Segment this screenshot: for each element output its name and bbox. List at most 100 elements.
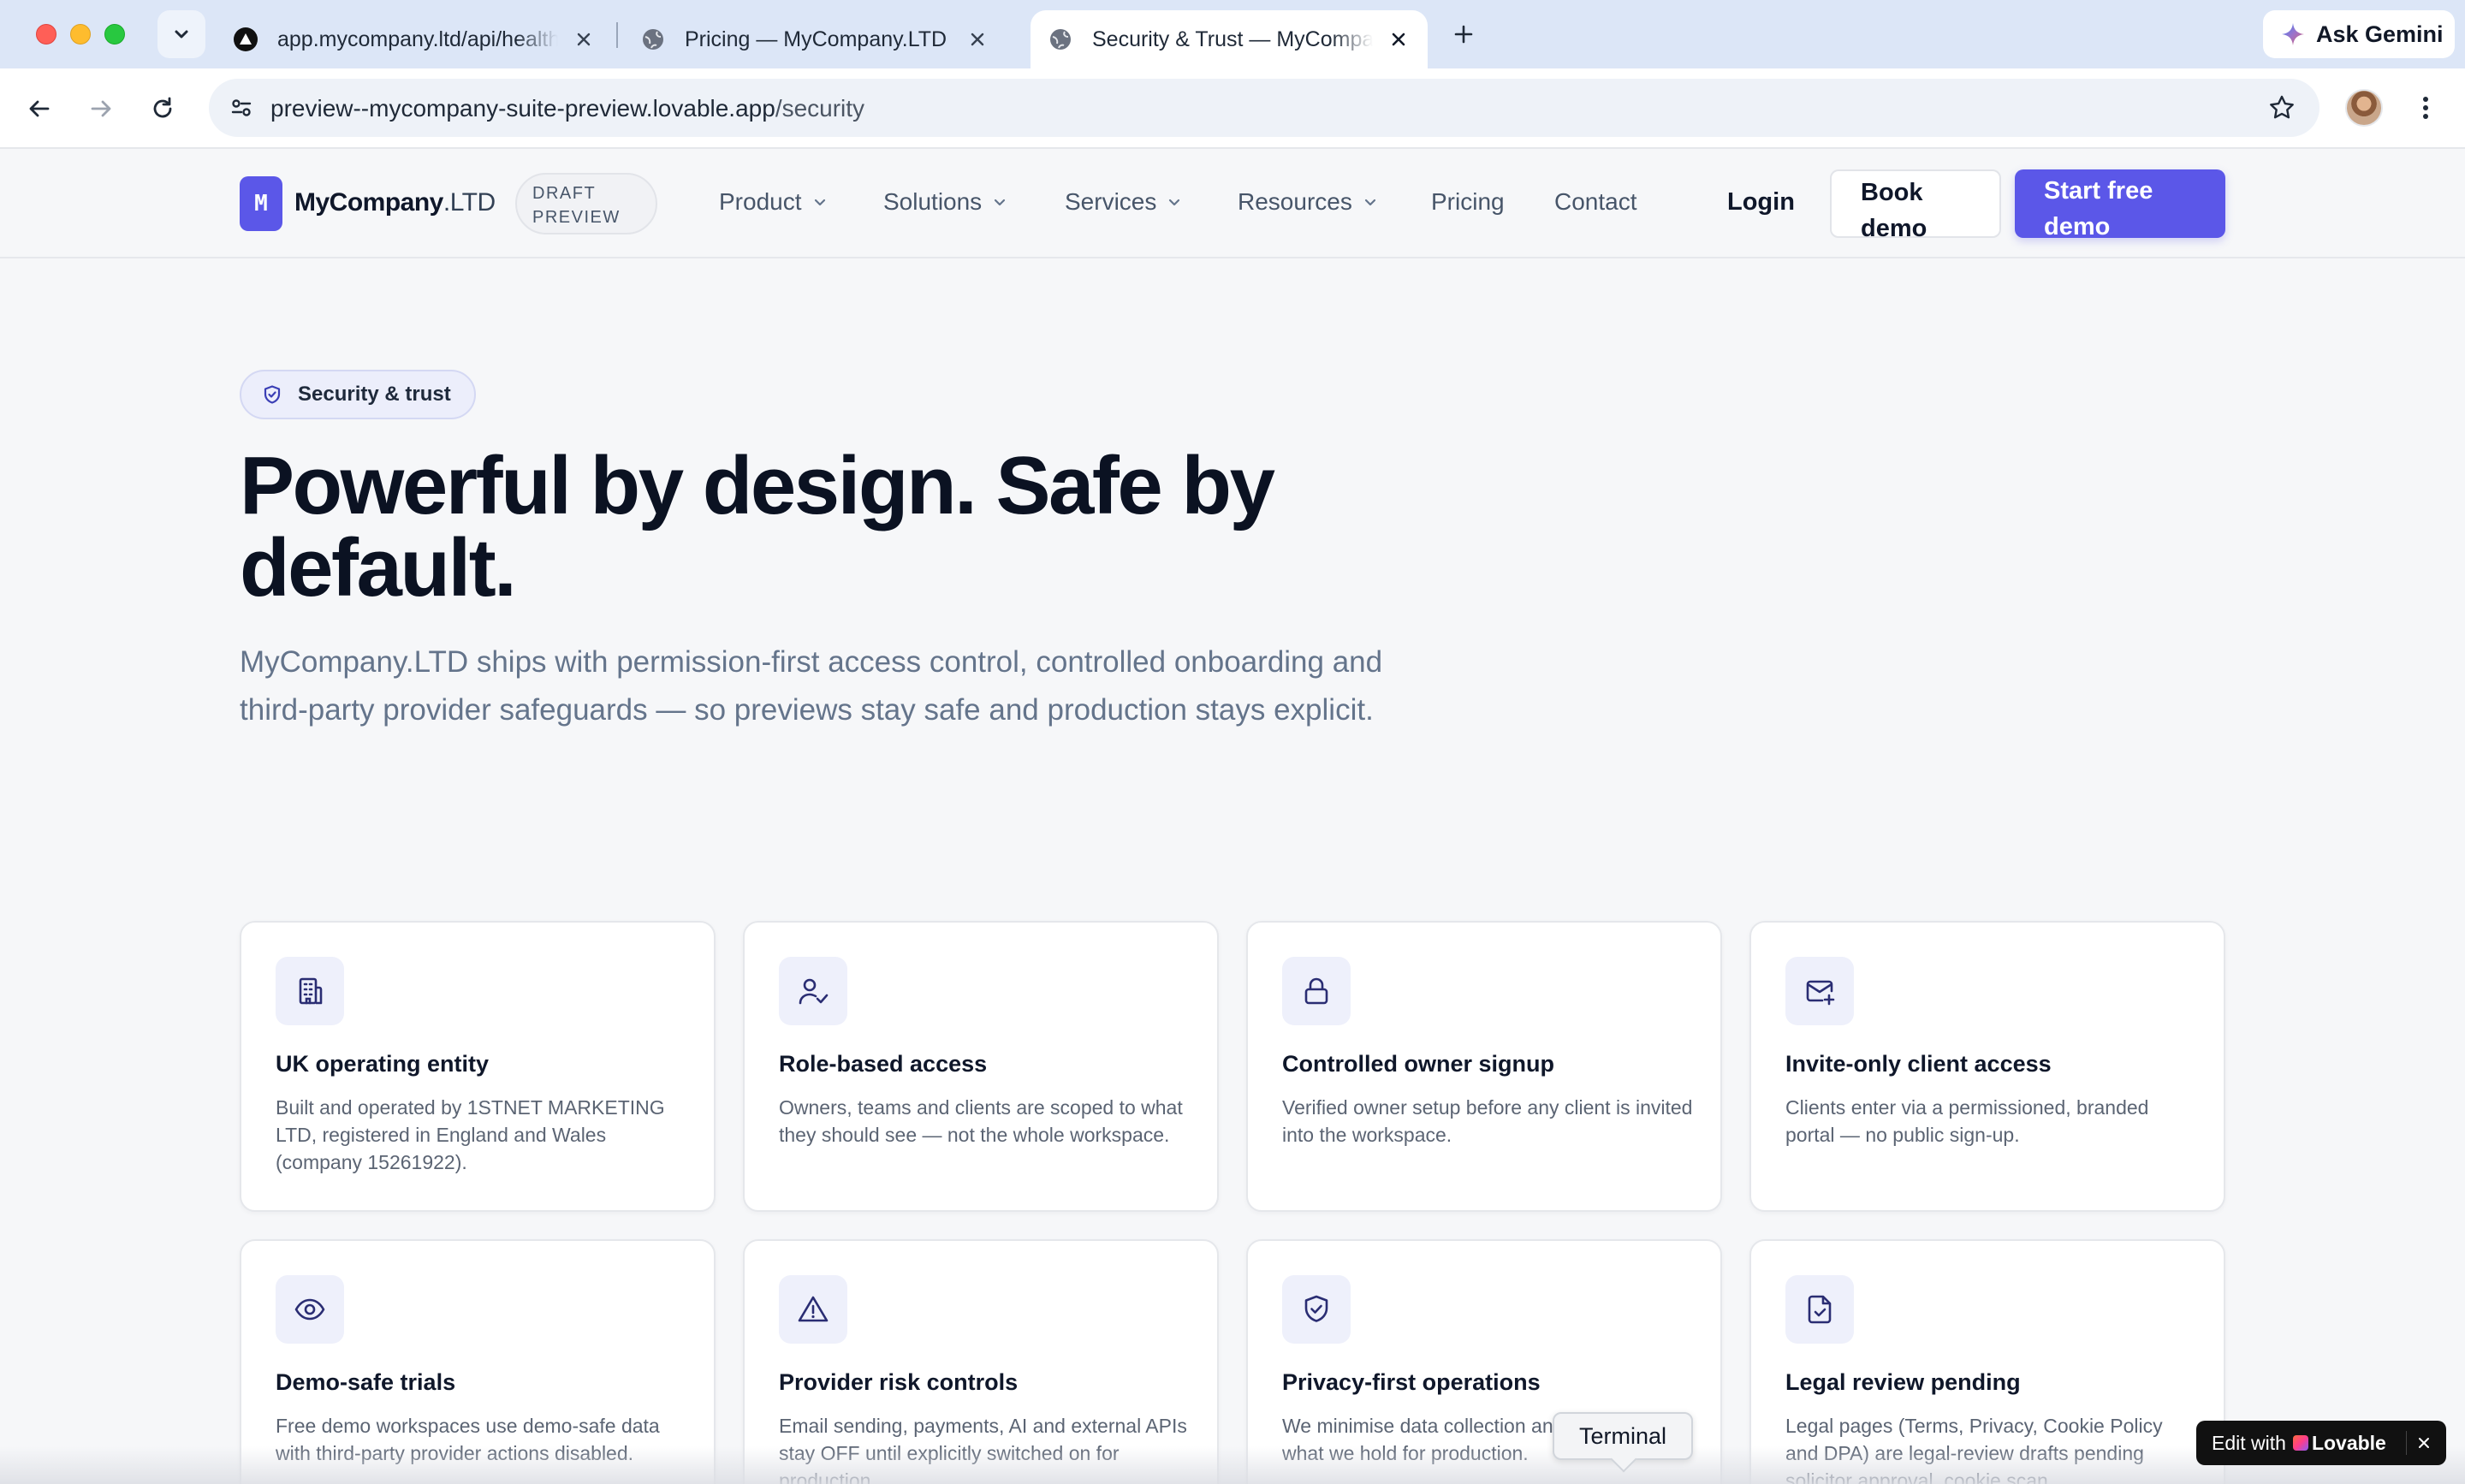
- feature-description: Email sending, payments, AI and external…: [779, 1415, 1187, 1484]
- draft-line: DRAFT: [532, 184, 597, 203]
- feature-title: Provider risk controls: [779, 1369, 1019, 1395]
- globe-icon: [640, 27, 666, 52]
- reload-button[interactable]: [142, 88, 183, 129]
- login-link[interactable]: Login: [1727, 188, 1795, 217]
- feature-title: Legal review pending: [1785, 1369, 2021, 1395]
- ask-gemini-button[interactable]: Ask Gemini: [2263, 10, 2455, 58]
- nav-contact[interactable]: Contact: [1554, 188, 1637, 216]
- draft-preview-badge: DRAFT PREVIEW: [515, 173, 657, 234]
- more-vertical-icon: [2423, 97, 2428, 119]
- profile-avatar[interactable]: [2345, 89, 2383, 127]
- tab-search-button[interactable]: [157, 10, 205, 58]
- bookmark-star-icon[interactable]: [2266, 92, 2297, 123]
- chevron-down-icon: [175, 30, 188, 39]
- feature-title: Invite-only client access: [1785, 1051, 2052, 1077]
- user-check-icon: [779, 957, 847, 1025]
- logo-name: MyCompany: [294, 188, 443, 217]
- browser-tab-pricing[interactable]: Pricing — MyCompany.LTD: [623, 10, 1007, 68]
- preview-line: PREVIEW: [532, 208, 621, 227]
- arrow-right-icon: [91, 100, 111, 117]
- feature-title: Privacy-first operations: [1282, 1369, 1541, 1395]
- shield-icon: [264, 385, 281, 404]
- nav-label: Resources: [1238, 188, 1352, 215]
- nav-label: Pricing: [1431, 188, 1505, 215]
- nav-resources[interactable]: Resources: [1238, 188, 1378, 216]
- mail-plus-icon: [1785, 957, 1854, 1025]
- nav-product[interactable]: Product: [719, 188, 828, 216]
- alert-triangle-icon: [779, 1275, 847, 1344]
- badge-label: Security & trust: [298, 383, 451, 406]
- address-bar[interactable]: preview--mycompany-suite-preview.lovable…: [209, 79, 2319, 137]
- building-icon: [276, 957, 344, 1025]
- browser-tab-strip: app.mycompany.ltd/api/health Pricing — M…: [0, 0, 2465, 68]
- edit-with-lovable-badge[interactable]: Edit with Lovable: [2196, 1421, 2446, 1465]
- nav-pricing[interactable]: Pricing: [1431, 188, 1505, 216]
- site-header: M MyCompany.LTD DRAFT PREVIEW Product So…: [0, 149, 2465, 258]
- browser-toolbar: preview--mycompany-suite-preview.lovable…: [0, 68, 2465, 149]
- nav-label: Solutions: [883, 188, 983, 215]
- url-host: preview--mycompany-suite-preview.lovable…: [270, 95, 775, 122]
- url-text[interactable]: preview--mycompany-suite-preview.lovable…: [270, 95, 864, 122]
- globe-icon: [1048, 27, 1073, 52]
- back-button[interactable]: [19, 88, 60, 129]
- browser-tab-security-active[interactable]: Security & Trust — MyCompany.LTD: [1031, 10, 1428, 68]
- lovable-brand-label: Lovable: [2311, 1431, 2386, 1454]
- file-check-icon: [1785, 1275, 1854, 1344]
- feature-title: Controlled owner signup: [1282, 1051, 1554, 1077]
- feature-card-legal-review: Legal review pending Legal pages (Terms,…: [1749, 1239, 2225, 1484]
- chevron-down-icon: [1364, 199, 1375, 206]
- feature-description: Clients enter via a permissioned, brande…: [1785, 1096, 2149, 1146]
- tab-title: Pricing — MyCompany.LTD: [685, 27, 947, 51]
- forward-button[interactable]: [80, 88, 122, 129]
- nav-services[interactable]: Services: [1065, 188, 1182, 216]
- chevron-down-icon: [995, 199, 1006, 206]
- feature-description: Owners, teams and clients are scoped to …: [779, 1096, 1183, 1146]
- browser-tab-health[interactable]: app.mycompany.ltd/api/health: [216, 10, 613, 68]
- feature-description: Legal pages (Terms, Privacy, Cookie Poli…: [1785, 1415, 2163, 1484]
- feature-card-provider-risk: Provider risk controls Email sending, pa…: [743, 1239, 1219, 1484]
- nav-solutions[interactable]: Solutions: [883, 188, 1007, 216]
- page-subtitle: MyCompany.LTD ships with permission-firs…: [240, 645, 1383, 727]
- new-tab-button[interactable]: [1445, 15, 1482, 53]
- plus-icon: [1454, 25, 1473, 44]
- window-close-button[interactable]: [36, 24, 56, 45]
- gemini-sparkle-icon: [2282, 23, 2304, 45]
- logo-wordmark[interactable]: MyCompany.LTD: [294, 188, 496, 217]
- security-trust-badge: Security & trust: [240, 370, 476, 419]
- ask-gemini-label: Ask Gemini: [2316, 21, 2444, 47]
- lovable-heart-icon: [2292, 1435, 2308, 1451]
- reload-icon: [153, 97, 172, 118]
- nav-label: Product: [719, 188, 802, 215]
- logo-suffix: .LTD: [443, 188, 496, 217]
- close-icon[interactable]: [965, 27, 989, 51]
- shield-check-icon: [1282, 1275, 1351, 1344]
- window-maximize-button[interactable]: [104, 24, 125, 45]
- logo-mark[interactable]: M: [240, 176, 282, 231]
- page-title: Powerful by design. Safe by default.: [240, 445, 1524, 609]
- feature-card-owner-signup: Controlled owner signup Verified owner s…: [1246, 921, 1722, 1212]
- window-minimize-button[interactable]: [70, 24, 91, 45]
- close-icon[interactable]: [2414, 1433, 2434, 1453]
- feature-card-uk-entity: UK operating entity Built and operated b…: [240, 921, 716, 1212]
- title-line-2: default.: [240, 522, 517, 614]
- site-settings-icon[interactable]: [221, 87, 262, 128]
- close-icon[interactable]: [572, 27, 596, 51]
- browser-menu-button[interactable]: [2410, 89, 2441, 127]
- feature-card-demo-safe: Demo-safe trials Free demo workspaces us…: [240, 1239, 716, 1484]
- chevron-down-icon: [814, 199, 825, 206]
- feature-description: Built and operated by 1STNET MARKETING L…: [276, 1096, 665, 1173]
- nav-label: Services: [1065, 188, 1157, 215]
- lock-icon: [1282, 957, 1351, 1025]
- triangle-logo-icon: [233, 27, 258, 52]
- book-demo-button[interactable]: Book demo: [1830, 169, 2001, 242]
- url-path: /security: [775, 95, 865, 122]
- start-free-demo-button[interactable]: Start free demo: [2015, 169, 2225, 240]
- tab-separator: [616, 22, 618, 48]
- divider: [2406, 1431, 2407, 1455]
- lovable-prefix: Edit with: [2212, 1431, 2286, 1454]
- title-line-1: Powerful by design. Safe by: [240, 440, 1275, 531]
- close-icon[interactable]: [1387, 27, 1411, 51]
- book-demo-label-1: Book: [1861, 179, 1923, 206]
- feature-description: Free demo workspaces use demo-safe data …: [276, 1415, 660, 1464]
- feature-description: Verified owner setup before any client i…: [1282, 1096, 1693, 1146]
